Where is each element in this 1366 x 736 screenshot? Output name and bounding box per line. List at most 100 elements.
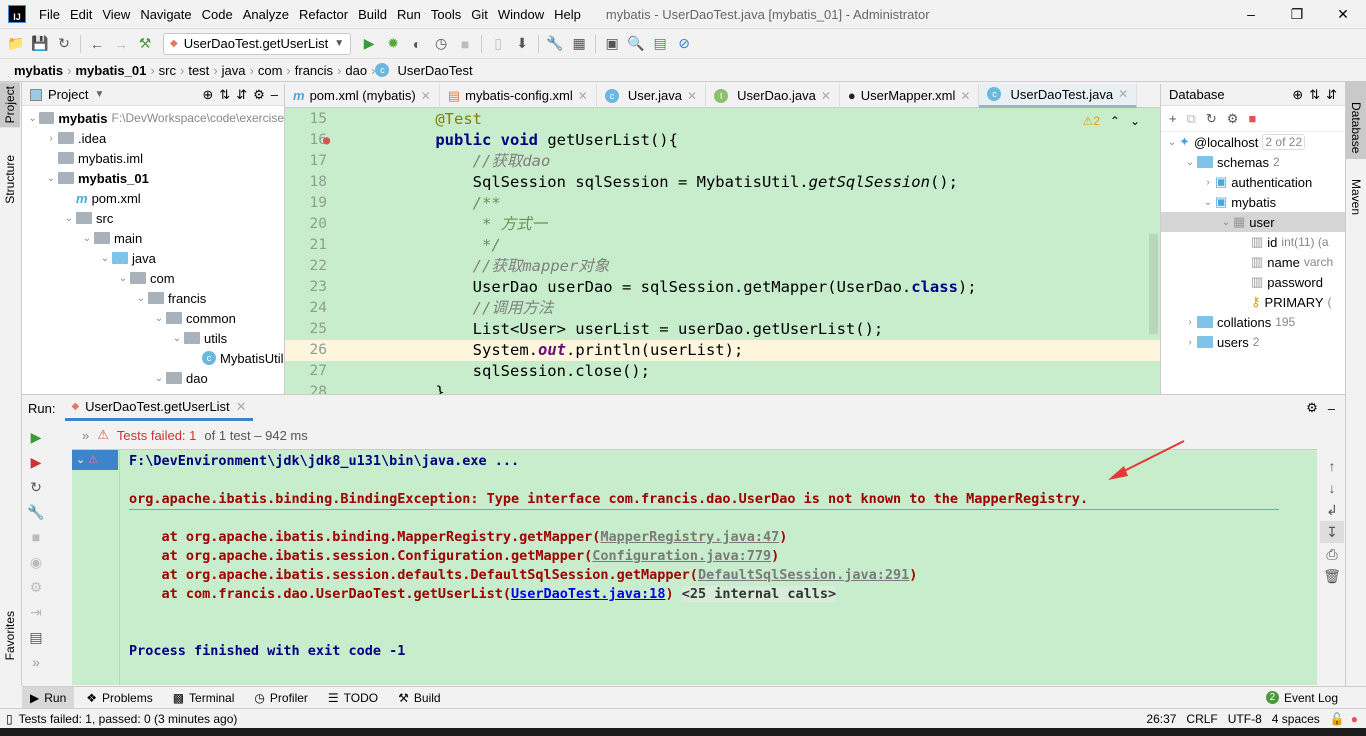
run-tab[interactable]: ◆ UserDaoTest.getUserList ✕ (65, 395, 253, 421)
vcs-update-icon[interactable]: ⬇ (510, 33, 534, 55)
settings-wrench-icon[interactable]: 🔧 (543, 33, 567, 55)
menu-navigate[interactable]: Navigate (135, 7, 196, 22)
menu-analyze[interactable]: Analyze (238, 7, 294, 22)
open-folder-icon[interactable]: 📁 (4, 33, 28, 55)
chevron-right-icon[interactable]: › (44, 133, 58, 144)
stripe-tab-project[interactable]: Project (0, 82, 20, 128)
wrench-icon[interactable]: 🔧 (24, 501, 48, 523)
chevron-right-icon[interactable]: › (1201, 177, 1215, 188)
bottom-tab-run[interactable]: ▶ Run (22, 686, 75, 709)
trash-icon[interactable]: 🗑 (1320, 565, 1344, 587)
rerun-icon[interactable]: ▶ (24, 426, 48, 448)
run-configuration-select[interactable]: ◆ UserDaoTest.getUserList ▼ (163, 32, 352, 55)
gutter[interactable] (335, 382, 398, 394)
tree-item[interactable]: › .idea (22, 128, 284, 148)
back-icon[interactable]: ← (85, 33, 109, 55)
coverage-icon[interactable]: ◐ (405, 33, 429, 55)
breadcrumb-item[interactable]: src (155, 63, 180, 78)
next-highlight-icon[interactable]: ⌄ (1130, 114, 1140, 128)
locate-icon[interactable]: ⊕ (1292, 87, 1303, 103)
menu-tools[interactable]: Tools (426, 7, 466, 22)
minimize-button[interactable]: – (1228, 6, 1274, 22)
stripe-tab-structure[interactable]: Structure (0, 151, 20, 208)
status-message[interactable]: Tests failed: 1, passed: 0 (3 minutes ag… (19, 712, 238, 726)
test-result-node[interactable]: ⌄ ⚠ (72, 450, 118, 470)
stripe-tab-maven[interactable]: Maven (1346, 159, 1366, 221)
indent-setting[interactable]: 4 spaces (1272, 712, 1320, 726)
breadcrumb-item[interactable]: UserDaoTest (393, 63, 476, 78)
chevron-down-icon[interactable]: ⌄ (1165, 137, 1179, 148)
gear-icon[interactable]: ⚙ (253, 87, 265, 103)
console-output[interactable]: ⌄ ⚠ F:\DevEnvironment\jdk\jdk8_u131\bin\… (72, 440, 1317, 685)
tree-item[interactable]: c MybatisUtil (22, 348, 284, 368)
breadcrumb-item[interactable]: com (254, 63, 287, 78)
db-tree-item[interactable]: ▥ name varch (1161, 252, 1345, 272)
editor-tab[interactable]: m pom.xml (mybatis) ✕ (285, 83, 440, 108)
editor-tab[interactable]: ● UserMapper.xml ✕ (840, 83, 980, 108)
up-icon[interactable]: ↑ (1320, 455, 1344, 477)
gutter[interactable] (335, 109, 398, 130)
tree-item[interactable]: ⌄ common (22, 308, 284, 328)
toggle-auto-test-icon[interactable]: ↻ (24, 476, 48, 498)
forward-icon[interactable]: → (109, 33, 133, 55)
layout-icon[interactable]: ▤ (24, 626, 48, 648)
db-tree-item[interactable]: ▥ password (1161, 272, 1345, 292)
gutter[interactable] (335, 172, 398, 193)
tree-item[interactable]: ⌄ com (22, 268, 284, 288)
tree-item[interactable]: ⌄ mybatis F:\DevWorkspace\code\exercise (22, 108, 284, 128)
db-tree-item[interactable]: ⌄ schemas 2 (1161, 152, 1345, 172)
db-tree-item[interactable]: ▥ id int(11) (a (1161, 232, 1345, 252)
breadcrumb-item[interactable]: dao (341, 63, 371, 78)
print-icon[interactable]: ⎙ (1320, 543, 1344, 565)
menu-git[interactable]: Git (466, 7, 493, 22)
build-hammer-icon[interactable]: ⚒ (133, 33, 157, 55)
tree-item[interactable]: ⌄ mybatis_01 (22, 168, 284, 188)
close-icon[interactable]: ✕ (236, 399, 247, 415)
locate-icon[interactable]: ⊕ (202, 87, 213, 103)
duplicate-icon[interactable]: ⧉ (1187, 111, 1196, 127)
stack-frame-link[interactable]: MapperRegistry.java:47 (600, 529, 779, 545)
rerun-failed-icon[interactable]: ▶ (24, 451, 48, 473)
attach-icon[interactable]: ▯ (486, 33, 510, 55)
menu-file[interactable]: File (34, 7, 65, 22)
maximize-button[interactable]: ❐ (1274, 6, 1320, 23)
bottom-tab-profiler[interactable]: ◷ Profiler (246, 687, 316, 709)
gear-icon[interactable]: ⚙ (1306, 400, 1318, 416)
menu-window[interactable]: Window (493, 7, 549, 22)
chevron-down-icon[interactable]: ⌄ (1201, 197, 1215, 208)
gutter[interactable] (335, 277, 398, 298)
db-tree-item[interactable]: › ▣ authentication (1161, 172, 1345, 192)
tree-item[interactable]: ⌄ main (22, 228, 284, 248)
search-icon[interactable]: 🔍 (624, 33, 648, 55)
more-icon[interactable]: » (24, 651, 48, 673)
bottom-tab-build[interactable]: ⚒ Build (390, 687, 448, 709)
gutter[interactable] (335, 340, 398, 361)
exit-icon[interactable]: ⇥ (24, 601, 48, 623)
line-separator[interactable]: CRLF (1186, 712, 1217, 726)
gutter[interactable] (335, 319, 398, 340)
close-button[interactable]: ✕ (1320, 6, 1366, 23)
add-icon[interactable]: + (1169, 111, 1177, 126)
menu-build[interactable]: Build (353, 7, 392, 22)
stripe-tab-database[interactable]: Database (1346, 82, 1366, 160)
chevron-down-icon[interactable]: ⌄ (134, 293, 148, 304)
editor-scrollbar[interactable] (1149, 234, 1158, 334)
monitor-icon[interactable]: ▤ (648, 33, 672, 55)
db-properties-icon[interactable]: ⚙ (1227, 111, 1239, 127)
bottom-tab-todo[interactable]: ☰ TODO (320, 687, 386, 709)
gutter[interactable] (335, 235, 398, 256)
gear-icon[interactable]: ⚙ (24, 576, 48, 598)
tree-item[interactable]: ⌄ francis (22, 288, 284, 308)
db-tree-item[interactable]: ⌄ ✦ @localhost 2 of 22 (1161, 132, 1345, 152)
soft-wrap-icon[interactable]: ↲ (1320, 499, 1344, 521)
breadcrumb-item[interactable]: francis (291, 63, 337, 78)
event-log-button[interactable]: 2 Event Log (1258, 687, 1346, 709)
chevron-right-icon[interactable]: › (1183, 337, 1197, 348)
stop-icon[interactable]: ■ (24, 526, 48, 548)
hide-icon[interactable]: – (271, 87, 278, 102)
tree-item[interactable]: mybatis.iml (22, 148, 284, 168)
db-tree-item[interactable]: ⌄ ▦ user (1161, 212, 1345, 232)
chevron-down-icon[interactable]: ⌄ (80, 233, 94, 244)
stack-frame-link[interactable]: Configuration.java:779 (592, 548, 771, 564)
run-test-icon[interactable]: ● (323, 130, 330, 151)
